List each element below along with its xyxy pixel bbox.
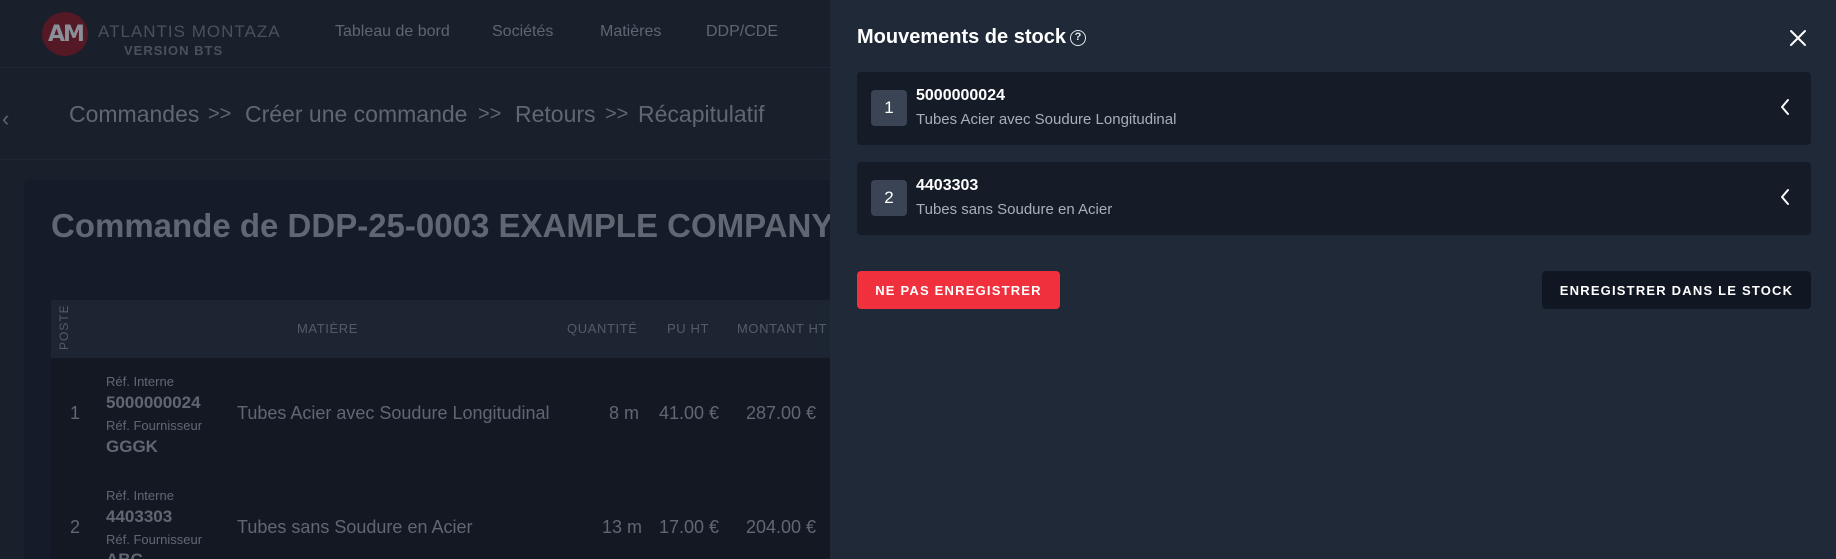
item-description: Tubes Acier avec Soudure Longitudinal: [916, 111, 1177, 128]
discard-button[interactable]: NE PAS ENREGISTRER: [857, 271, 1060, 309]
modal-overlay[interactable]: [0, 0, 830, 559]
stock-item[interactable]: 1 5000000024 Tubes Acier avec Soudure Lo…: [857, 72, 1811, 145]
drawer-title: Mouvements de stock: [857, 26, 1066, 48]
close-icon[interactable]: [1786, 26, 1810, 50]
save-to-stock-button[interactable]: ENREGISTRER DANS LE STOCK: [1542, 271, 1811, 309]
background-page: AM ATLANTIS MONTAZA VERSION BTS Tableau …: [0, 0, 830, 559]
item-description: Tubes sans Soudure en Acier: [916, 201, 1113, 218]
item-number: 1: [871, 90, 907, 126]
chevron-left-icon[interactable]: [1779, 187, 1791, 207]
stock-item[interactable]: 2 4403303 Tubes sans Soudure en Acier: [857, 162, 1811, 235]
item-number: 2: [871, 180, 907, 216]
help-icon[interactable]: ?: [1070, 30, 1086, 46]
chevron-left-icon[interactable]: [1779, 97, 1791, 117]
item-code: 4403303: [916, 177, 979, 194]
item-code: 5000000024: [916, 87, 1005, 104]
